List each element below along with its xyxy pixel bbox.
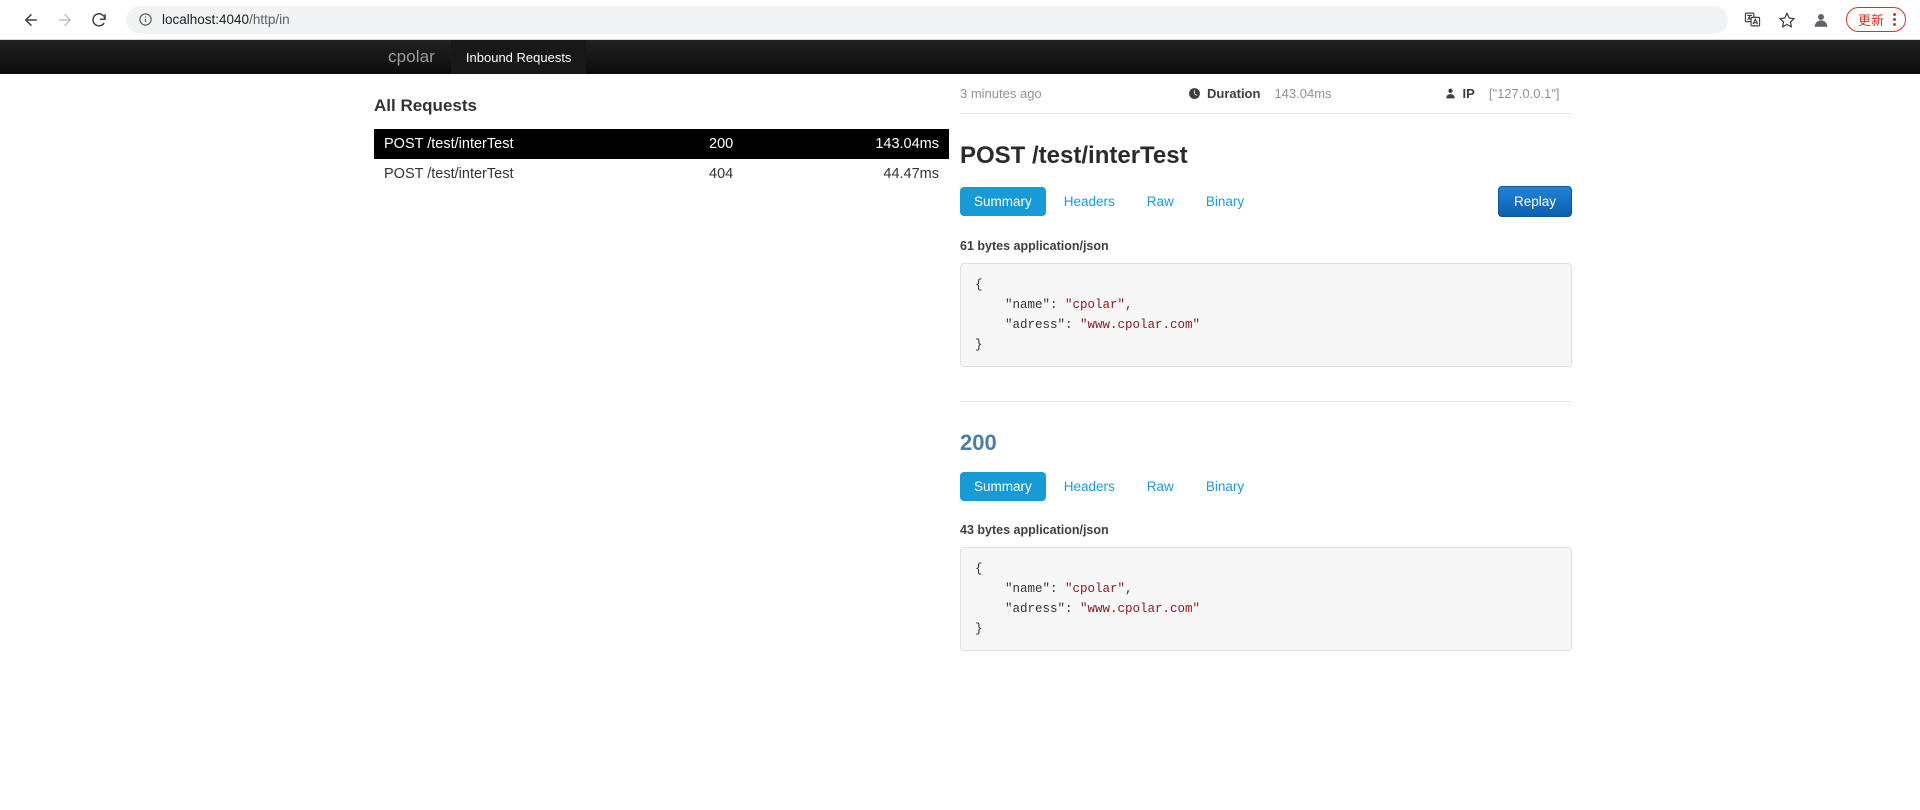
url-text: localhost:4040/http/in [162, 12, 290, 27]
translate-button[interactable] [1738, 5, 1768, 35]
duration-label: Duration [1207, 86, 1261, 101]
person-icon [1444, 87, 1457, 100]
json-open-brace: { [975, 278, 983, 292]
table-row[interactable]: POST /test/interTest 404 44.47ms [374, 159, 949, 189]
url-path: /http/in [249, 12, 290, 27]
request-duration: 143.04ms [875, 136, 939, 152]
address-bar[interactable]: localhost:4040/http/in [126, 5, 1728, 34]
json-close-brace: } [975, 338, 983, 352]
request-section: POST /test/interTest Summary Headers Raw… [960, 142, 1572, 367]
request-tabs-row: Summary Headers Raw Binary Replay [960, 186, 1572, 217]
tab-binary[interactable]: Binary [1192, 472, 1258, 501]
three-dot-menu-icon[interactable] [1893, 13, 1896, 26]
response-tabs-row: Summary Headers Raw Binary [960, 472, 1572, 501]
json-value-adress: "www.cpolar.com" [1072, 602, 1201, 616]
star-icon [1778, 11, 1796, 29]
response-bytes-label: 43 bytes application/json [960, 523, 1109, 537]
request-tabs: Summary Headers Raw Binary [960, 187, 1258, 216]
request-bytes-label: 61 bytes application/json [960, 239, 1109, 253]
request-body-code: { "name": "cpolar", "adress": "www.cpola… [960, 263, 1572, 367]
requests-pane: All Requests POST /test/interTest 200 14… [0, 74, 960, 810]
request-status: 404 [709, 166, 734, 182]
request-name: POST /test/interTest [384, 136, 514, 152]
json-key-name: "name": [975, 298, 1058, 312]
forward-button[interactable] [48, 3, 82, 37]
page-content: All Requests POST /test/interTest 200 14… [0, 74, 1920, 810]
request-detail-pane: 3 minutes ago Duration 143.04ms IP ["127… [960, 74, 1920, 810]
nav-tab-inbound-requests[interactable]: Inbound Requests [450, 40, 587, 74]
brand-logo[interactable]: cpolar [372, 40, 451, 74]
section-divider [960, 401, 1572, 402]
browser-toolbar: localhost:4040/http/in 更新 [0, 0, 1920, 40]
app-navbar: cpolar Inbound Requests [0, 40, 1920, 74]
profile-button[interactable] [1806, 5, 1836, 35]
translate-icon [1744, 11, 1761, 28]
timestamp-label: 3 minutes ago [960, 86, 1042, 101]
site-info-icon[interactable] [138, 12, 153, 27]
json-key-adress: "adress": [975, 602, 1073, 616]
tab-headers[interactable]: Headers [1050, 187, 1129, 216]
json-value-name: "cpolar", [1057, 582, 1133, 596]
forward-arrow-icon [56, 11, 74, 29]
response-status-title: 200 [960, 430, 997, 455]
bookmark-button[interactable] [1772, 5, 1802, 35]
tab-headers[interactable]: Headers [1050, 472, 1129, 501]
json-value-name: "cpolar", [1057, 298, 1133, 312]
request-duration: 44.47ms [883, 166, 939, 182]
duration-meta: Duration 143.04ms [1188, 86, 1332, 101]
tab-summary[interactable]: Summary [960, 472, 1046, 501]
response-section: 200 Summary Headers Raw Binary 43 bytes … [960, 430, 1572, 651]
request-status: 200 [709, 136, 734, 152]
response-body-code: { "name": "cpolar", "adress": "www.cpola… [960, 547, 1572, 651]
update-button-label: 更新 [1857, 13, 1884, 28]
json-value-adress: "www.cpolar.com" [1072, 318, 1201, 332]
replay-button[interactable]: Replay [1497, 186, 1572, 217]
response-tabs: Summary Headers Raw Binary [960, 472, 1258, 501]
toolbar-actions: 更新 [1738, 5, 1906, 35]
tab-raw[interactable]: Raw [1133, 187, 1188, 216]
back-arrow-icon [22, 11, 40, 29]
ip-value: ["127.0.0.1"] [1488, 86, 1560, 101]
duration-value: 143.04ms [1274, 86, 1332, 101]
json-open-brace: { [975, 562, 983, 576]
tab-raw[interactable]: Raw [1133, 472, 1188, 501]
ip-meta: IP ["127.0.0.1"] [1444, 86, 1560, 101]
profile-avatar-icon [1812, 11, 1830, 29]
table-row[interactable]: POST /test/interTest 200 143.04ms [374, 129, 949, 159]
requests-list: POST /test/interTest 200 143.04ms POST /… [374, 129, 949, 189]
clock-icon [1188, 87, 1201, 100]
request-name: POST /test/interTest [384, 166, 514, 182]
page-title: All Requests [374, 96, 477, 115]
detail-meta-bar: 3 minutes ago Duration 143.04ms IP ["127… [960, 86, 1572, 114]
back-button[interactable] [14, 3, 48, 37]
reload-button[interactable] [82, 3, 116, 37]
ip-label: IP [1462, 86, 1475, 101]
reload-icon [90, 11, 108, 29]
json-key-name: "name": [975, 582, 1058, 596]
json-close-brace: } [975, 622, 983, 636]
tab-summary[interactable]: Summary [960, 187, 1046, 216]
update-button[interactable]: 更新 [1845, 7, 1906, 32]
json-key-adress: "adress": [975, 318, 1073, 332]
request-title: POST /test/interTest [960, 142, 1188, 169]
url-host: localhost:4040 [162, 12, 250, 27]
tab-binary[interactable]: Binary [1192, 187, 1258, 216]
